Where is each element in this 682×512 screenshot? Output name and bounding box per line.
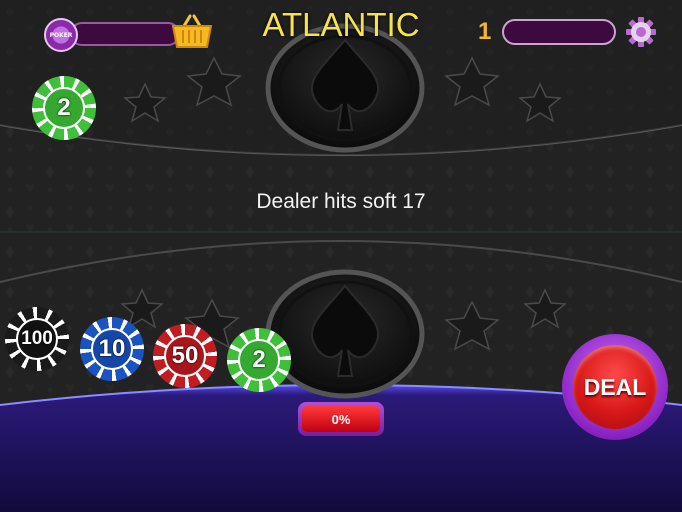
chip-50[interactable]: 50 xyxy=(153,324,217,388)
dealer-chip-value: 2 xyxy=(43,87,85,129)
chip-2-value: 2 xyxy=(238,339,280,381)
spade-emblem-bottom xyxy=(265,269,425,399)
deal-button[interactable]: DEAL xyxy=(562,334,668,440)
gear-icon[interactable] xyxy=(624,15,658,49)
table-rule-text: Dealer hits soft 17 xyxy=(256,190,426,213)
chip-100[interactable]: 100 xyxy=(5,307,69,371)
deal-button-face: DEAL xyxy=(573,345,657,429)
chip-50-value: 50 xyxy=(164,335,206,377)
chip-10[interactable]: 10 xyxy=(80,317,144,381)
blackjack-table: POKER ATLANTIC 1 2 Dealer hits soft 17 1… xyxy=(0,0,682,512)
deal-button-label: DEAL xyxy=(583,373,647,400)
spade-emblem-top xyxy=(265,23,425,153)
dealer-chip: 2 xyxy=(32,76,96,140)
progress-track: 0% xyxy=(302,406,380,432)
chip-100-value: 100 xyxy=(16,318,58,360)
chip-10-value: 10 xyxy=(91,328,133,370)
shoe-progress-bar: 0% xyxy=(298,402,384,436)
xp-bar xyxy=(502,19,616,45)
chip-2[interactable]: 2 xyxy=(227,328,291,392)
progress-label: 0% xyxy=(331,411,351,427)
player-level: 1 xyxy=(478,18,492,45)
